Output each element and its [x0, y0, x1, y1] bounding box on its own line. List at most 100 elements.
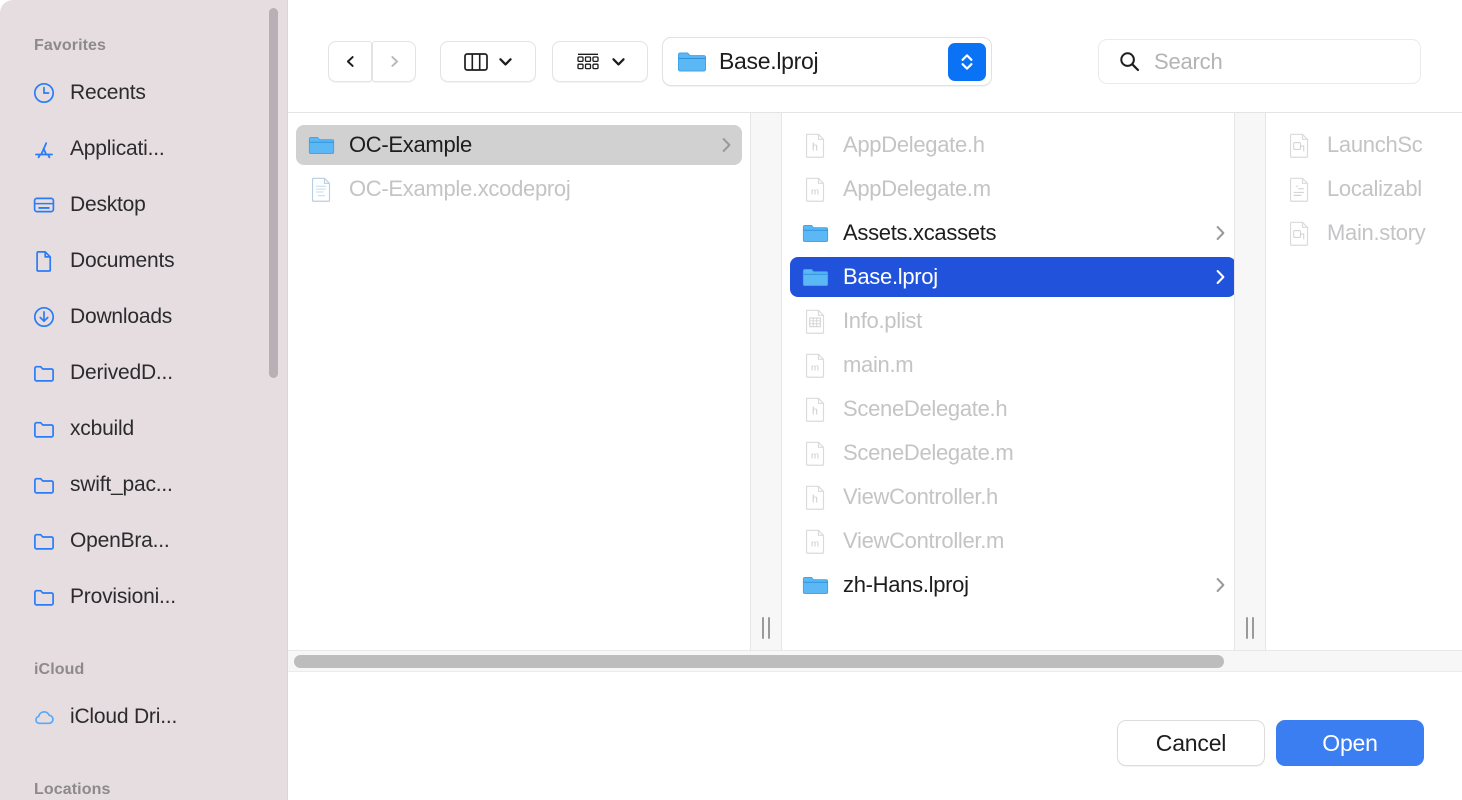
sidebar-section-locations: Locations	[34, 781, 111, 798]
h-file-icon: h	[805, 133, 825, 158]
list-item-label: SceneDelegate.m	[843, 440, 1014, 465]
open-button[interactable]: Open	[1276, 720, 1424, 766]
sidebar-item-provisioning[interactable]: Provisioni...	[14, 578, 264, 616]
list-item[interactable]: “ Localizabl	[1274, 169, 1454, 209]
strings-file-icon: “	[1289, 177, 1309, 202]
column-view-icon	[463, 52, 488, 71]
list-item[interactable]: OC-Example.xcodeproj	[296, 169, 742, 209]
list-item[interactable]: h AppDelegate.h	[790, 125, 1236, 165]
list-item-label: ViewController.h	[843, 484, 998, 509]
list-item-label: OC-Example	[349, 132, 472, 157]
list-item[interactable]: m SceneDelegate.m	[790, 433, 1236, 473]
sidebar-item-xcbuild[interactable]: xcbuild	[14, 410, 264, 448]
sidebar-item-recents[interactable]: Recents	[14, 74, 264, 112]
folder-icon	[308, 136, 335, 154]
column-1: OC-Example OC-Example.xcodeproj	[288, 113, 750, 651]
sidebar-item-label: swift_pac...	[70, 473, 173, 496]
list-item-label: Localizabl	[1327, 176, 1422, 201]
search-field[interactable]	[1098, 39, 1421, 84]
folder-icon	[34, 365, 54, 382]
sidebar-section-icloud: iCloud	[34, 661, 85, 678]
list-item[interactable]: m AppDelegate.m	[790, 169, 1236, 209]
list-item-label: Assets.xcassets	[843, 220, 997, 245]
path-popup-label: Base.lproj	[719, 48, 819, 74]
sidebar-item-desktop[interactable]: Desktop	[14, 186, 264, 224]
path-stepper-icon[interactable]	[948, 43, 986, 81]
horizontal-scrollbar-thumb[interactable]	[294, 655, 1224, 668]
list-item[interactable]: Main.story	[1274, 213, 1454, 253]
sidebar: Favorites Recents Applicati... Desktop D…	[0, 0, 288, 800]
column-resize-grip-icon[interactable]	[1244, 617, 1256, 639]
folder-icon	[678, 52, 706, 71]
sidebar-item-applications[interactable]: Applicati...	[14, 130, 264, 168]
clock-icon	[33, 82, 55, 104]
list-item-label: AppDelegate.m	[843, 176, 991, 201]
list-item-label: Info.plist	[843, 308, 922, 333]
sidebar-item-icloud-drive[interactable]: iCloud Dri...	[14, 698, 264, 736]
list-item[interactable]: Info.plist	[790, 301, 1236, 341]
list-item[interactable]: zh-Hans.lproj	[790, 565, 1236, 605]
list-item-label: main.m	[843, 352, 914, 377]
chevron-right-icon	[1216, 226, 1225, 240]
sidebar-item-label: Desktop	[70, 193, 146, 216]
column-resize-grip-icon[interactable]	[760, 617, 772, 639]
folder-icon	[34, 589, 54, 606]
view-mode-button[interactable]	[440, 41, 536, 82]
back-button[interactable]	[328, 41, 372, 82]
appstore-icon	[35, 142, 53, 159]
column-3: LaunchSc “ Localizabl Main.story	[1266, 113, 1462, 651]
list-item[interactable]: LaunchSc	[1274, 125, 1454, 165]
list-item[interactable]: OC-Example	[296, 125, 742, 165]
document-icon	[36, 251, 52, 272]
cloud-icon	[35, 711, 54, 725]
dialog-footer: Cancel Open	[288, 672, 1462, 800]
h-file-icon: h	[805, 485, 825, 510]
svg-text:m: m	[811, 538, 819, 549]
sidebar-item-openbra[interactable]: OpenBra...	[14, 522, 264, 560]
list-item[interactable]: Base.lproj	[790, 257, 1236, 297]
search-icon	[1120, 52, 1140, 72]
list-item[interactable]: h SceneDelegate.h	[790, 389, 1236, 429]
search-input[interactable]	[1154, 48, 1394, 75]
folder-icon	[802, 268, 829, 286]
svg-text:m: m	[811, 186, 819, 197]
svg-text:h: h	[812, 493, 818, 505]
sidebar-item-label: DerivedD...	[70, 361, 173, 384]
horizontal-scrollbar[interactable]	[288, 650, 1462, 672]
column-2: h AppDelegate.h m AppDelegate.m Assets.x…	[782, 113, 1244, 651]
forward-button[interactable]	[372, 41, 416, 82]
svg-text:h: h	[812, 405, 818, 417]
sidebar-item-label: Recents	[70, 81, 146, 104]
plist-file-icon	[805, 309, 825, 334]
column-divider-1[interactable]	[750, 113, 782, 651]
group-by-button[interactable]	[552, 41, 648, 82]
sidebar-item-label: Documents	[70, 249, 175, 272]
file-browser: OC-Example OC-Example.xcodeproj h AppDel…	[288, 112, 1462, 651]
toolbar: Base.lproj	[288, 0, 1462, 112]
svg-text:h: h	[812, 141, 818, 153]
open-file-dialog: Favorites Recents Applicati... Desktop D…	[0, 0, 1462, 800]
sidebar-item-derived-data[interactable]: DerivedD...	[14, 354, 264, 392]
path-popup-button[interactable]: Base.lproj	[662, 37, 992, 86]
sidebar-item-swift-packages[interactable]: swift_pac...	[14, 466, 264, 504]
desktop-icon	[33, 197, 55, 213]
chevron-right-icon	[390, 56, 398, 67]
svg-text:m: m	[811, 362, 819, 373]
list-item[interactable]: Assets.xcassets	[790, 213, 1236, 253]
cancel-button[interactable]: Cancel	[1117, 720, 1265, 766]
column-divider-2[interactable]	[1234, 113, 1266, 651]
sidebar-scrollbar[interactable]	[269, 8, 278, 378]
folder-icon	[34, 421, 54, 438]
chevron-right-icon	[1216, 270, 1225, 284]
group-by-icon	[576, 53, 599, 69]
list-item-label: AppDelegate.h	[843, 132, 985, 157]
sidebar-item-downloads[interactable]: Downloads	[14, 298, 264, 336]
list-item[interactable]: h ViewController.h	[790, 477, 1236, 517]
list-item-label: Main.story	[1327, 220, 1426, 245]
list-item[interactable]: m main.m	[790, 345, 1236, 385]
download-icon	[33, 306, 55, 328]
sidebar-item-documents[interactable]: Documents	[14, 242, 264, 280]
chevron-left-icon	[346, 56, 354, 67]
list-item[interactable]: m ViewController.m	[790, 521, 1236, 561]
list-item-label: zh-Hans.lproj	[843, 572, 969, 597]
